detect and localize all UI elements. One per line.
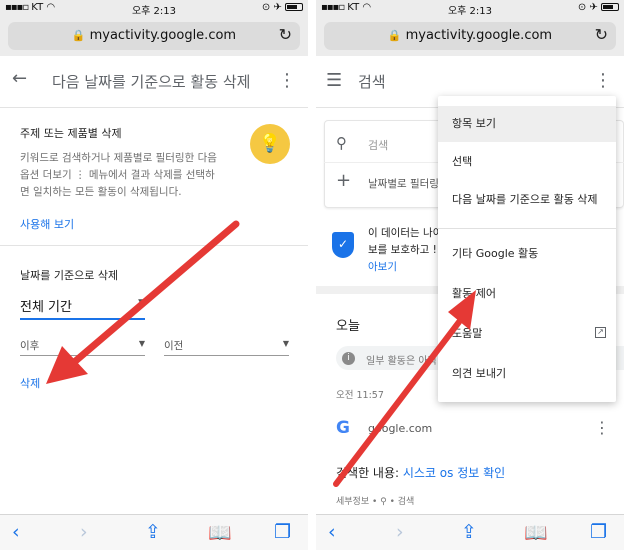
shield-icon: ✓ — [332, 232, 354, 258]
address-bar-area: 🔒 myactivity.google.com ↻ — [0, 18, 308, 56]
google-logo-icon: G — [336, 418, 350, 438]
battery-icon: ⊙ ✈ — [262, 2, 303, 13]
browser-toolbar: ‹ › ⇪ 📖 ❐ — [316, 514, 624, 550]
share-icon[interactable]: ⇪ — [461, 521, 477, 543]
tabs-icon[interactable]: ❐ — [274, 521, 291, 543]
external-link-icon: ↗ — [595, 327, 606, 338]
topic-description: 키워드로 검색하거나 제품별로 필터링한 다음 옵션 더보기 ⋮ 메뉴에서 결과… — [20, 152, 217, 198]
date-section-title: 날짜를 기준으로 삭제 — [20, 269, 119, 282]
right-screenshot-panel: ▪▪▪▫ KT ◠ 오후 2:13 ⊙ ✈ 🔒 myactivity.google… — [316, 0, 624, 550]
today-heading: 오늘 — [336, 319, 360, 334]
info-icon: i — [342, 352, 355, 365]
browser-toolbar: ‹ › ⇪ 📖 ❐ — [0, 514, 308, 550]
kebab-icon[interactable]: ⋮ — [278, 70, 296, 91]
reload-icon[interactable]: ↻ — [279, 25, 292, 44]
activity-source: google.com — [368, 422, 433, 435]
dropdown-caret-icon: ▼ — [282, 339, 289, 348]
menu-item-activity-controls[interactable]: 활동 제어 — [438, 276, 616, 312]
share-icon[interactable]: ⇪ — [145, 521, 161, 543]
battery-icon: ⊙ ✈ — [578, 2, 619, 13]
delete-link[interactable]: 삭제 — [20, 375, 40, 391]
reload-icon[interactable]: ↻ — [595, 25, 608, 44]
back-nav-icon[interactable]: ‹ — [328, 521, 336, 543]
lock-icon: 🔒 — [71, 29, 86, 42]
back-nav-icon[interactable]: ‹ — [12, 521, 20, 543]
tabs-icon[interactable]: ❐ — [590, 521, 607, 543]
searched-query[interactable]: 시스코 os 정보 확인 — [403, 466, 505, 480]
notice-text: 일부 활동은 아직 — [366, 356, 437, 367]
activity-time: 오전 11:57 — [336, 390, 384, 401]
page-title: 다음 날짜를 기준으로 활동 삭제 — [52, 73, 251, 91]
date-filter-button[interactable]: 날짜별로 필터링 — [368, 176, 439, 191]
menu-item-send-feedback[interactable]: 의견 보내기 — [438, 356, 616, 392]
menu-item-other-activity[interactable]: 기타 Google 활동 — [438, 236, 616, 272]
dropdown-caret-icon: ▼ — [138, 339, 145, 348]
arrow-left-icon[interactable]: ← — [12, 68, 27, 89]
url-text: myactivity.google.com — [89, 28, 237, 43]
menu-divider — [438, 228, 616, 229]
searched-prefix: 검색한 내용: — [336, 466, 403, 480]
address-bar[interactable]: 🔒 myactivity.google.com ↻ — [324, 22, 616, 50]
kebab-icon[interactable]: ⋮ — [594, 418, 610, 437]
dropdown-caret-icon: ▼ — [138, 298, 145, 308]
forward-nav-icon[interactable]: › — [80, 521, 88, 543]
menu-item-view-items[interactable]: 항목 보기 — [438, 106, 616, 142]
section-divider — [0, 245, 308, 246]
search-input[interactable]: 검색 — [368, 137, 388, 153]
panel-gutter — [308, 0, 316, 550]
after-date-select[interactable]: 이후 ▼ — [20, 338, 145, 356]
date-range-value: 전체 기간 — [20, 300, 72, 315]
plus-icon[interactable]: + — [336, 170, 351, 191]
searched-entry[interactable]: 검색한 내용: 시스코 os 정보 확인 — [336, 464, 505, 481]
address-bar[interactable]: 🔒 myactivity.google.com ↻ — [8, 22, 300, 50]
before-date-label: 이전 — [164, 340, 184, 352]
url-text: myactivity.google.com — [405, 28, 553, 43]
lock-icon: 🔒 — [387, 29, 402, 42]
overflow-menu: 항목 보기 선택 다음 날짜를 기준으로 활동 삭제 기타 Google 활동 … — [438, 96, 616, 402]
status-bar: ▪▪▪▫ KT ◠ 오후 2:13 ⊙ ✈ — [316, 0, 624, 18]
kebab-icon[interactable]: ⋮ — [594, 70, 612, 91]
page-header: ← 다음 날짜를 기준으로 활동 삭제 ⋮ — [0, 56, 308, 108]
book-icon[interactable]: 📖 — [524, 521, 548, 544]
after-date-label: 이후 — [20, 340, 40, 352]
menu-item-help[interactable]: 도움말 ↗ — [438, 316, 616, 352]
menu-item-delete-by-date[interactable]: 다음 날짜를 기준으로 활동 삭제 — [438, 182, 616, 218]
topic-section-title: 주제 또는 제품별 삭제 — [20, 127, 122, 140]
status-bar: ▪▪▪▫ KT ◠ 오후 2:13 ⊙ ✈ — [0, 0, 308, 18]
page-title: 검색 — [358, 73, 386, 91]
date-range-select[interactable]: 전체 기간 ▼ — [20, 296, 145, 320]
menu-item-select[interactable]: 선택 — [438, 144, 616, 180]
activity-meta: 세부정보 • ⚲ • 검색 — [336, 497, 415, 507]
try-it-link[interactable]: 사용해 보기 — [20, 216, 74, 232]
left-screenshot-panel: ▪▪▪▫ KT ◠ 오후 2:13 ⊙ ✈ 🔒 myactivity.google… — [0, 0, 308, 550]
address-bar-area: 🔒 myactivity.google.com ↻ — [316, 18, 624, 56]
search-icon[interactable]: ⚲ — [336, 134, 347, 152]
before-date-select[interactable]: 이전 ▼ — [164, 338, 289, 356]
book-icon[interactable]: 📖 — [208, 521, 232, 544]
hamburger-icon[interactable]: ☰ — [326, 70, 342, 91]
forward-nav-icon[interactable]: › — [396, 521, 404, 543]
